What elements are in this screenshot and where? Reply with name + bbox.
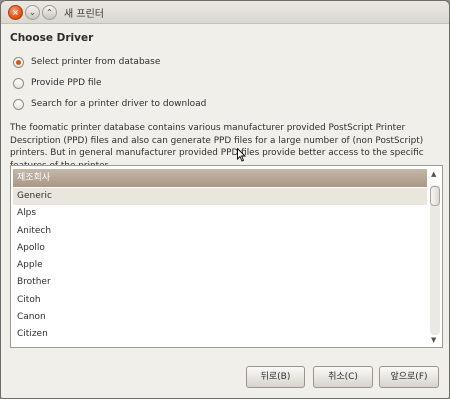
list-rows: Generic Alps Anitech Apollo Apple Brothe… — [13, 188, 427, 344]
scroll-thumb[interactable] — [430, 186, 440, 206]
cancel-button[interactable]: 취소(C) — [313, 366, 373, 388]
vertical-scrollbar[interactable]: ▲ ▼ — [430, 170, 440, 345]
list-item[interactable]: Brother — [13, 274, 427, 291]
scroll-trough[interactable] — [430, 185, 440, 335]
option-search-driver-label: Search for a printer driver to download — [31, 99, 207, 109]
list-item[interactable]: Citizen — [13, 326, 427, 343]
option-database-label: Select printer from database — [31, 57, 161, 67]
minimize-icon[interactable]: ⌄ — [25, 5, 40, 20]
manufacturer-list[interactable]: 제조회사 Generic Alps Anitech Apollo Apple B… — [10, 165, 443, 348]
window-title: 새 프린터 — [64, 9, 104, 20]
option-ppd-file-label: Provide PPD file — [31, 78, 102, 88]
scroll-down-icon[interactable]: ▼ — [431, 336, 436, 344]
list-item[interactable]: Canon — [13, 309, 427, 326]
option-ppd-file[interactable]: Provide PPD file — [13, 76, 102, 90]
list-item[interactable]: Generic — [13, 188, 427, 206]
option-database[interactable]: Select printer from database — [13, 55, 160, 69]
list-item[interactable]: Apollo — [13, 240, 427, 257]
title-bar: × ⌄ ⌃ 새 프린터 — [1, 1, 449, 24]
mouse-cursor-icon — [237, 148, 246, 162]
close-icon[interactable]: × — [8, 5, 23, 20]
forward-button[interactable]: 앞으로(F) — [379, 366, 439, 388]
maximize-icon[interactable]: ⌃ — [42, 5, 57, 20]
radio-icon[interactable] — [13, 98, 24, 110]
back-button[interactable]: 뒤로(B) — [246, 366, 305, 388]
list-item[interactable]: Anitech — [13, 223, 427, 240]
list-header[interactable]: 제조회사 — [13, 169, 427, 187]
scroll-up-icon[interactable]: ▲ — [431, 170, 436, 178]
list-item[interactable]: Citoh — [13, 292, 427, 309]
new-printer-dialog: × ⌄ ⌃ 새 프린터 Choose Driver Select printer… — [0, 0, 450, 399]
option-search-driver[interactable]: Search for a printer driver to download — [13, 97, 206, 111]
radio-icon[interactable] — [13, 77, 24, 89]
page-heading: Choose Driver — [10, 32, 94, 44]
list-item[interactable]: Apple — [13, 257, 427, 274]
radio-selected-icon[interactable] — [13, 56, 24, 68]
list-item[interactable]: Alps — [13, 205, 427, 222]
